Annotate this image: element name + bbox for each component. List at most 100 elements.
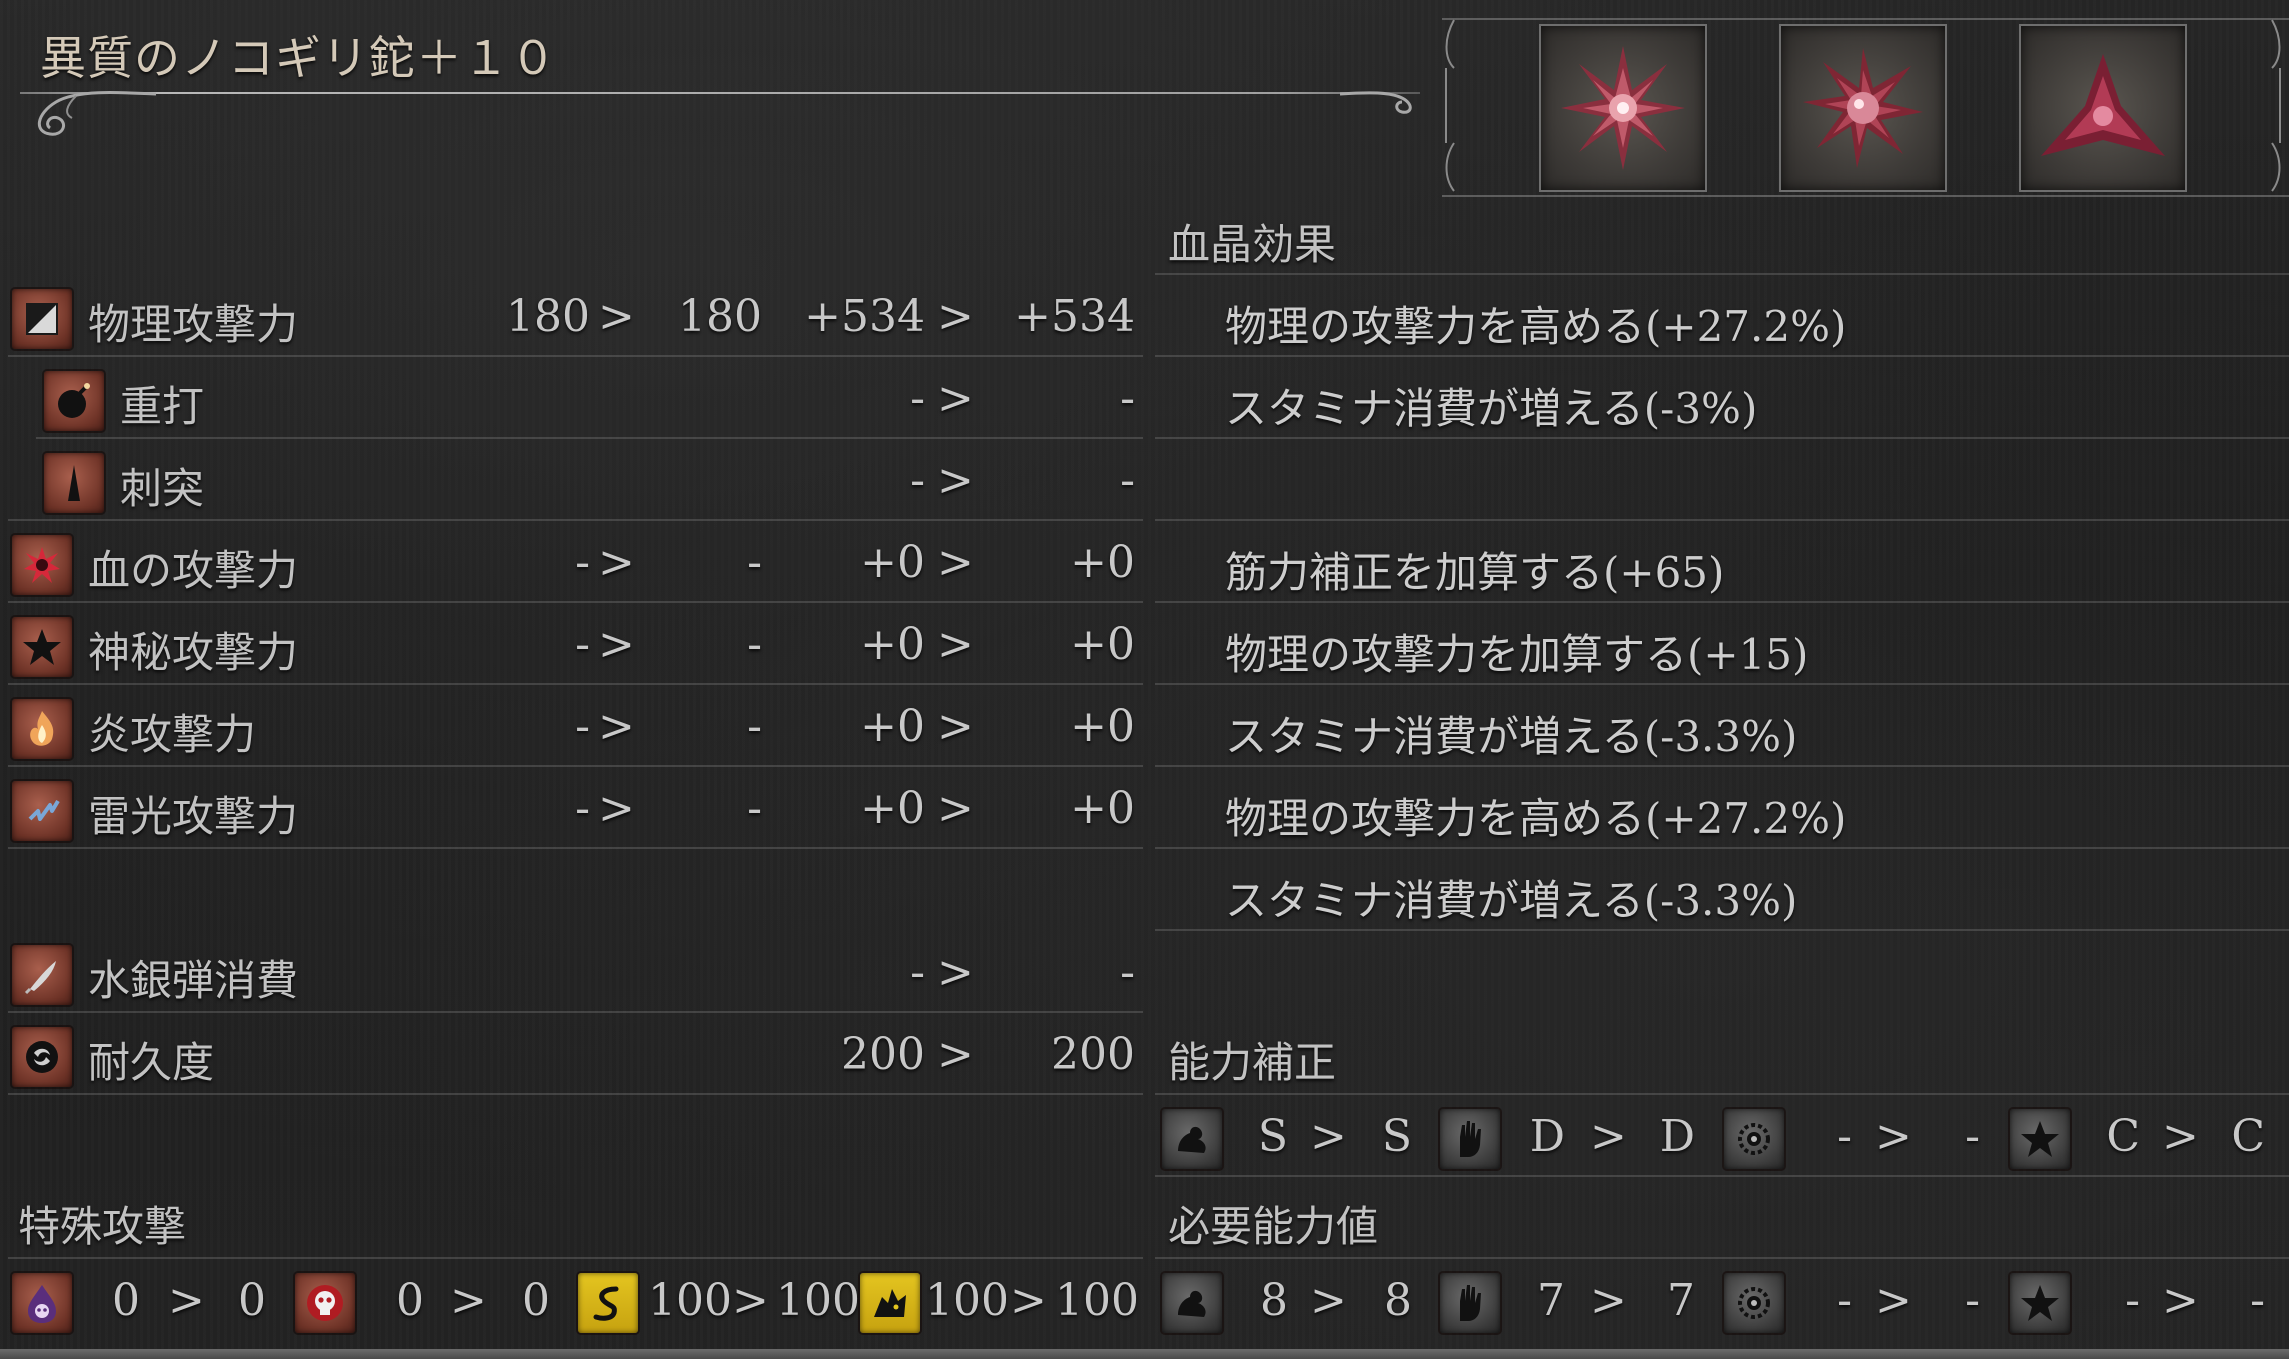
arrow: > (937, 373, 974, 424)
thrust-label: 刺突 (120, 464, 205, 513)
row-divider (1155, 847, 2289, 849)
row-divider (1155, 601, 2289, 603)
str-scaling-current: S (1257, 1111, 1288, 1162)
title-flourish-left (38, 90, 157, 136)
title-divider (20, 92, 1420, 94)
bolt-base-current: - (575, 783, 590, 834)
arrow: > (2162, 1111, 2199, 1162)
arrow: > (450, 1275, 487, 1326)
physical-base-new: 180 (678, 291, 762, 342)
serrated-current: 100 (648, 1275, 732, 1326)
arcane-star-icon (2010, 1273, 2070, 1333)
arrow: > (937, 1029, 974, 1080)
row-divider (1155, 1093, 2289, 1095)
slow-poison-icon (12, 1273, 72, 1333)
blunt-bomb-icon (44, 371, 104, 431)
row-divider (8, 1257, 1143, 1259)
title-flourish-right (1340, 91, 1412, 114)
arrow: > (1010, 1275, 1047, 1326)
righteous-beast-icon (860, 1273, 920, 1333)
bolt-base-new: - (747, 783, 762, 834)
arc-req-new: - (2250, 1275, 2265, 1326)
bottom-border (0, 1349, 2289, 1359)
arrow: > (937, 291, 974, 342)
blt-scaling-current: - (1837, 1111, 1852, 1162)
blood-gem-slot-2[interactable] (1779, 24, 1947, 192)
arrow: > (1590, 1111, 1627, 1162)
strength-arm-icon (1162, 1273, 1222, 1333)
blood-gem-slot-3[interactable] (2019, 24, 2187, 192)
arcane-star-icon (12, 617, 72, 677)
fire-bonus-current: +0 (860, 701, 925, 752)
weapon-status-screen: { "weapon": {"name": "異質のノコギリ鉈＋１０"}, "bl… (0, 0, 2289, 1359)
thrust-current: - (910, 455, 925, 506)
arcane-star-icon (2010, 1109, 2070, 1169)
bolt-attack-label: 雷光攻撃力 (88, 792, 299, 841)
blood-gem-slot-1[interactable] (1539, 24, 1707, 192)
row-divider (1155, 683, 2289, 685)
fire-base-new: - (747, 701, 762, 752)
special-attack-header: 特殊攻撃 (18, 1202, 187, 1251)
row-divider (36, 437, 1143, 439)
row-divider (1155, 355, 2289, 357)
blood-bonus-new: +0 (1070, 537, 1135, 588)
bolt-bonus-current: +0 (860, 783, 925, 834)
quicksilver-bullet-icon (12, 945, 72, 1005)
durability-icon (12, 1027, 72, 1087)
row-divider (1155, 1175, 2289, 1177)
blood-attack-label: 血の攻撃力 (88, 546, 299, 595)
arrow: > (1875, 1111, 1912, 1162)
arrow: > (1310, 1275, 1347, 1326)
row-divider (1155, 765, 2289, 767)
arrow: > (937, 947, 974, 998)
blunt-label: 重打 (120, 382, 205, 431)
row-divider (1155, 929, 2289, 931)
weapon-title: 異質のノコギリ鉈＋１０ (40, 31, 557, 85)
row-divider (8, 1011, 1143, 1013)
bolt-attack-icon (12, 781, 72, 841)
arrow: > (598, 783, 635, 834)
physical-bonus-current: +534 (804, 291, 925, 342)
arrow: > (937, 701, 974, 752)
gem-effect-7: 物理の攻撃力を高める(+27.2%) (1225, 794, 1847, 843)
row-divider (8, 355, 1143, 357)
physical-attack-label: 物理攻撃力 (88, 300, 299, 349)
requirements-header: 必要能力値 (1168, 1202, 1379, 1251)
strength-arm-icon (1162, 1109, 1222, 1169)
row-divider (1155, 273, 2289, 275)
arrow: > (1310, 1111, 1347, 1162)
skill-hand-icon (1440, 1109, 1500, 1169)
arrow: > (598, 701, 635, 752)
row-divider (1155, 1257, 2289, 1259)
gem-effect-6: スタミナ消費が増える(-3.3%) (1225, 712, 1798, 761)
arrow: > (1875, 1275, 1912, 1326)
righteous-beast-current: 100 (925, 1275, 1009, 1326)
radial-blood-gem-icon (1803, 48, 1923, 168)
skill-hand-icon (1440, 1273, 1500, 1333)
arcane-attack-label: 神秘攻撃力 (88, 628, 299, 677)
slow-poison-current: 0 (112, 1275, 140, 1326)
blood-base-current: - (575, 537, 590, 588)
str-req-new: 8 (1384, 1275, 1412, 1326)
rapid-poison-skull-icon (295, 1273, 355, 1333)
arrow: > (937, 455, 974, 506)
skl-req-current: 7 (1537, 1275, 1565, 1326)
durability-current: 200 (841, 1029, 925, 1080)
physical-bonus-new: +534 (1014, 291, 1135, 342)
blt-req-current: - (1837, 1275, 1852, 1326)
fire-attack-icon (12, 699, 72, 759)
gem-effect-8: スタミナ消費が増える(-3.3%) (1225, 876, 1798, 925)
physical-base-current: 180 (506, 291, 590, 342)
row-divider (8, 683, 1143, 685)
gem-effect-1: 物理の攻撃力を高める(+27.2%) (1225, 302, 1847, 351)
serrated-new: 100 (776, 1275, 860, 1326)
slow-poison-new: 0 (238, 1275, 266, 1326)
blunt-new: - (1120, 373, 1135, 424)
triangle-blood-gem-icon (2041, 54, 2165, 156)
arrow: > (168, 1275, 205, 1326)
row-divider (8, 1093, 1143, 1095)
fire-attack-label: 炎攻撃力 (88, 710, 257, 759)
skl-scaling-current: D (1529, 1111, 1565, 1162)
blood-bonus-current: +0 (860, 537, 925, 588)
thrust-spike-icon (44, 453, 104, 513)
